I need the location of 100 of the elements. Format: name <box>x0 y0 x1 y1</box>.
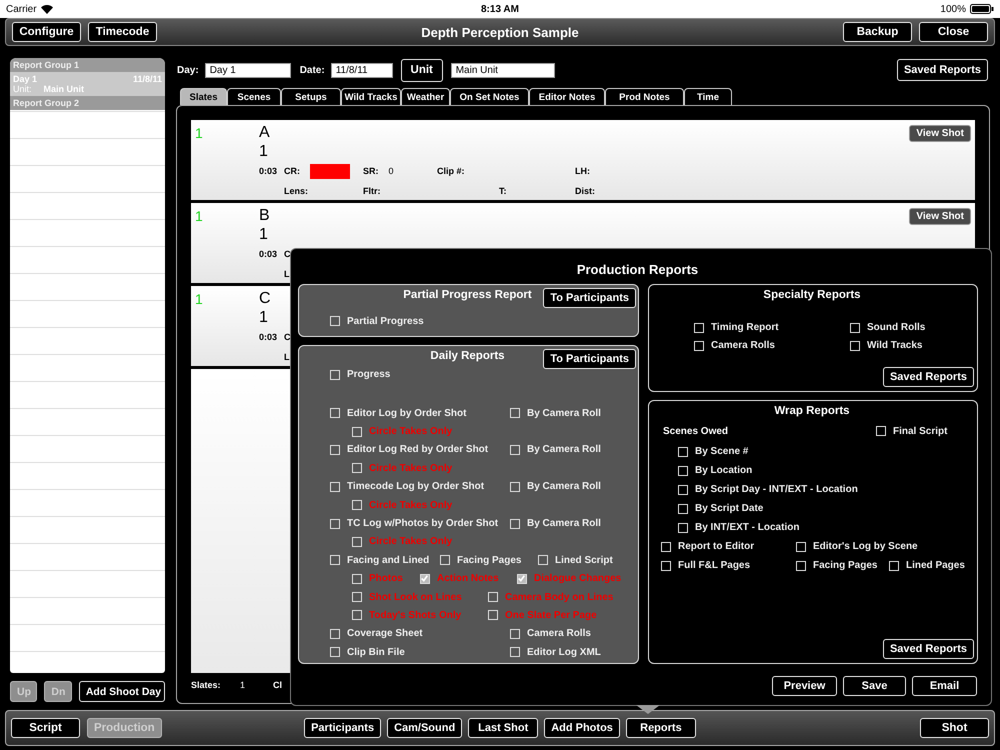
sidebar-button[interactable]: Add Shoot Day <box>78 681 165 702</box>
toolbar-button[interactable]: Reports <box>626 718 696 738</box>
view-shot-button[interactable]: View Shot <box>909 125 971 142</box>
checkbox[interactable] <box>352 536 362 547</box>
checkbox[interactable] <box>488 610 498 620</box>
checkbox[interactable] <box>352 500 362 510</box>
toolbar-button[interactable]: Backup <box>843 22 912 42</box>
checkbox[interactable] <box>330 316 340 326</box>
option-label: Action Notes <box>437 573 499 584</box>
tab[interactable]: Setups <box>281 88 341 105</box>
toolbar-button[interactable]: Configure <box>12 22 81 42</box>
checkbox[interactable] <box>330 370 340 380</box>
tab[interactable]: Slates <box>180 88 227 105</box>
popover-button[interactable]: Email <box>912 676 977 696</box>
checkbox[interactable] <box>330 555 340 566</box>
saved-reports-button[interactable]: Saved Reports <box>896 59 988 81</box>
popover-button[interactable]: Preview <box>772 676 837 696</box>
to-participants-button[interactable]: To Participants <box>543 349 636 369</box>
checkbox[interactable] <box>889 560 899 570</box>
checkbox[interactable] <box>678 446 688 456</box>
color-swatch <box>310 164 350 178</box>
view-shot-button[interactable]: View Shot <box>909 208 971 225</box>
checkbox[interactable] <box>661 542 671 552</box>
checkbox[interactable] <box>510 408 520 418</box>
checkbox[interactable] <box>876 426 886 436</box>
saved-reports-button[interactable]: Saved Reports <box>882 367 974 387</box>
checkbox[interactable] <box>510 518 520 529</box>
slate-card[interactable]: 1 A 1 0:03 CR: SR: 0 Clip #: LH: Lens: Fltr: T: Dist: View Shot <box>191 120 975 200</box>
checkbox[interactable] <box>352 592 362 602</box>
clock: 8:13 AM <box>481 4 519 14</box>
toolbar-button[interactable]: Timecode <box>88 22 157 42</box>
checkbox[interactable] <box>352 610 362 620</box>
checkbox[interactable] <box>330 444 340 455</box>
date-label: Date: <box>300 64 325 76</box>
tab[interactable]: Scenes <box>227 88 281 105</box>
toolbar-button[interactable]: Shot <box>920 718 989 738</box>
checkbox[interactable] <box>661 560 671 570</box>
tab[interactable]: Wild Tracks <box>341 88 401 105</box>
toolbar-button[interactable]: Participants <box>304 718 382 738</box>
option-label: By Camera Roll <box>527 518 601 530</box>
checkbox[interactable] <box>796 542 806 552</box>
toolbar-button[interactable]: Close <box>919 22 988 42</box>
checkbox[interactable] <box>850 340 860 350</box>
unit-field[interactable]: Main Unit <box>450 62 555 78</box>
toolbar-button[interactable]: Cam/Sound <box>387 718 462 738</box>
take-number: 1 <box>259 142 268 161</box>
popover-button[interactable]: Save <box>843 676 906 696</box>
option-label: Camera Rolls <box>527 628 591 640</box>
checkbox[interactable] <box>352 574 362 584</box>
unit-button[interactable]: Unit <box>400 58 443 82</box>
wifi-icon <box>40 4 53 14</box>
checkbox[interactable] <box>330 628 340 639</box>
tab[interactable]: Weather <box>401 88 450 105</box>
tab[interactable]: On Set Notes <box>450 88 529 105</box>
section-title: Partial Progress Report <box>403 288 532 301</box>
slates-count: 1 <box>240 680 246 690</box>
tab[interactable]: Prod Notes <box>605 88 684 105</box>
tab[interactable]: Time <box>684 88 732 105</box>
checkbox[interactable] <box>678 504 688 514</box>
option-label: Shot Look on Lines <box>369 592 462 603</box>
checkbox[interactable] <box>440 555 450 566</box>
checkbox[interactable] <box>694 340 704 350</box>
checkbox[interactable] <box>330 518 340 529</box>
checkbox[interactable] <box>330 647 340 658</box>
checkbox[interactable] <box>678 522 688 532</box>
checkbox[interactable] <box>796 560 806 570</box>
field-label: L <box>284 269 290 279</box>
checkbox[interactable] <box>678 466 688 476</box>
checkbox[interactable] <box>510 482 520 492</box>
group-header: Report Group 2 <box>10 96 165 110</box>
checkbox[interactable] <box>510 647 520 658</box>
checkbox[interactable] <box>330 408 340 418</box>
toolbar-button[interactable]: Add Photos <box>544 718 620 738</box>
checkbox[interactable] <box>488 592 498 602</box>
saved-reports-button[interactable]: Saved Reports <box>882 639 974 659</box>
checkbox[interactable] <box>420 574 430 584</box>
option-label: Today's Shots Only <box>369 610 462 621</box>
option-label: By Camera Roll <box>527 444 601 456</box>
checkbox[interactable] <box>694 322 704 332</box>
checkbox[interactable] <box>538 555 548 566</box>
field-value: 0 <box>388 166 394 176</box>
checkbox[interactable] <box>850 322 860 332</box>
day-field[interactable]: Day 1 <box>204 62 291 78</box>
toolbar-button[interactable]: Last Shot <box>468 718 538 738</box>
checkbox[interactable] <box>352 463 362 474</box>
tab[interactable]: Editor Notes <box>529 88 605 105</box>
checkbox[interactable] <box>352 426 362 437</box>
field-label: T: <box>499 186 506 196</box>
group-header: Report Group 1 <box>10 58 165 72</box>
checkbox[interactable] <box>517 574 527 584</box>
checkbox[interactable] <box>510 628 520 639</box>
section-title: Daily Reports <box>430 349 505 362</box>
field-label: CR: <box>284 166 300 176</box>
checkbox[interactable] <box>678 484 688 494</box>
field-label: C <box>284 332 290 342</box>
checkbox[interactable] <box>510 444 520 455</box>
date-field[interactable]: 11/8/11 <box>330 62 393 78</box>
toolbar-button[interactable]: Script <box>11 718 80 738</box>
checkbox[interactable] <box>330 482 340 492</box>
to-participants-button[interactable]: To Participants <box>543 288 636 308</box>
